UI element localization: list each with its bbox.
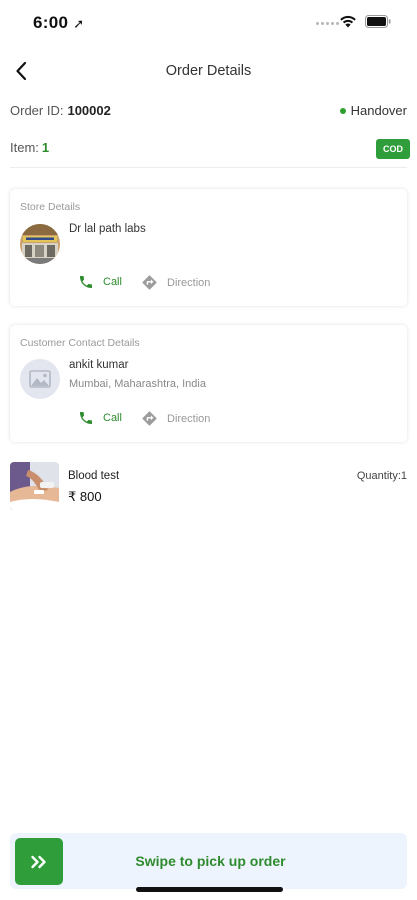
customer-contact-title: Customer Contact Details [20, 337, 140, 349]
cellular-signal-icon [316, 22, 339, 25]
order-id-value: 100002 [67, 103, 111, 118]
store-direction-label: Direction [167, 276, 211, 289]
swipe-label: Swipe to pick up order [135, 853, 286, 869]
phone-icon [80, 412, 92, 424]
location-arrow-icon: ➚ [73, 16, 85, 31]
store-name: Dr lal path labs [69, 223, 146, 235]
customer-avatar [20, 359, 60, 399]
payment-badge: COD [376, 139, 410, 159]
store-direction-button[interactable]: Direction [141, 274, 210, 291]
battery-icon [365, 15, 391, 28]
wifi-icon [340, 15, 356, 28]
customer-contact-card: Customer Contact Details ankit kumar Mum… [10, 325, 407, 442]
order-status-text: Handover [350, 103, 407, 118]
status-time-text: 6:00 [33, 13, 69, 32]
product-row: Blood test ₹ 800 Quantity:1 [10, 462, 407, 512]
product-name: Blood test [68, 470, 120, 482]
direction-icon [142, 275, 157, 290]
item-row: Item: 1 COD [10, 139, 410, 168]
order-id-label: Order ID: [10, 103, 64, 118]
customer-call-button[interactable]: Call [78, 410, 122, 426]
order-id-row: Order ID: 100002 Handover [10, 103, 407, 123]
store-call-label: Call [103, 276, 122, 288]
status-bar: 6:00 ➚ [0, 0, 417, 48]
customer-name: ankit kumar [69, 359, 129, 371]
item-label: Item: [10, 140, 39, 155]
image-placeholder-icon [29, 370, 51, 388]
blood-test-photo-icon [10, 462, 59, 510]
app-header: Order Details [0, 50, 417, 94]
customer-location: Mumbai, Maharashtra, India [69, 378, 206, 390]
swipe-to-pickup-slider[interactable]: Swipe to pick up order [10, 833, 407, 889]
product-price: ₹ 800 [68, 489, 102, 504]
customer-direction-button[interactable]: Direction [141, 410, 210, 427]
page-title: Order Details [165, 63, 252, 79]
status-dot-icon [339, 107, 346, 114]
product-thumbnail [10, 462, 59, 510]
store-details-card: Store Details Dr lal path labs Call Dire… [10, 189, 407, 306]
home-indicator [136, 887, 283, 892]
item-count: 1 [41, 140, 50, 155]
product-quantity: Quantity:1 [356, 470, 407, 482]
status-time: 6:00 ➚ [33, 13, 84, 33]
store-details-title: Store Details [20, 201, 81, 213]
phone-icon [80, 276, 92, 288]
customer-direction-label: Direction [167, 412, 211, 425]
store-call-button[interactable]: Call [78, 274, 122, 290]
direction-icon [142, 411, 157, 426]
store-avatar [20, 224, 60, 264]
store-photo-icon [20, 224, 60, 264]
customer-call-label: Call [103, 412, 122, 424]
order-status: Handover [339, 103, 407, 118]
